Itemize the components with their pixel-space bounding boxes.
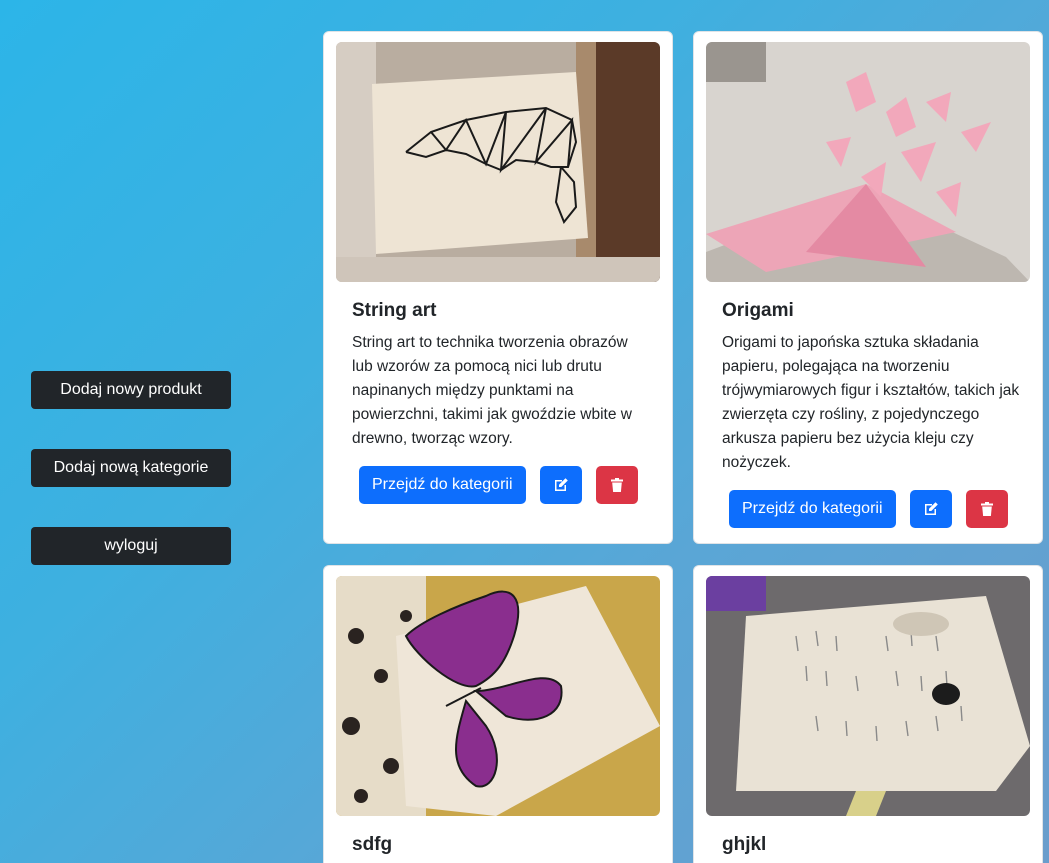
delete-button[interactable] xyxy=(966,490,1008,528)
go-to-category-button[interactable]: Przejdź do kategorii xyxy=(729,490,896,528)
edit-icon xyxy=(925,502,938,515)
add-product-button[interactable]: Dodaj nowy produkt xyxy=(31,371,231,409)
card-image xyxy=(706,42,1030,282)
category-card-ghjkl: ghjkl xyxy=(693,565,1043,863)
category-card-origami: Origami Origami to japońska sztuka skład… xyxy=(693,31,1043,544)
go-to-category-button[interactable]: Przejdź do kategorii xyxy=(359,466,526,504)
logout-button[interactable]: wyloguj xyxy=(31,527,231,565)
trash-icon xyxy=(611,478,623,492)
delete-button[interactable] xyxy=(596,466,638,504)
card-image xyxy=(336,576,660,816)
edit-icon xyxy=(555,478,568,491)
card-image xyxy=(706,576,1030,816)
category-card-string-art: String art String art to technika tworze… xyxy=(323,31,673,544)
trash-icon xyxy=(981,502,993,516)
edit-button[interactable] xyxy=(540,466,582,504)
card-title: sdfg xyxy=(352,834,393,855)
card-title: String art xyxy=(352,300,437,321)
card-description: String art to technika tworzenia obrazów… xyxy=(352,334,632,447)
category-card-sdfg: sdfg xyxy=(323,565,673,863)
card-image xyxy=(336,42,660,282)
edit-button[interactable] xyxy=(910,490,952,528)
card-title: ghjkl xyxy=(722,834,767,855)
card-description: Origami to japońska sztuka składania pap… xyxy=(722,334,1020,471)
card-title: Origami xyxy=(722,300,794,321)
add-category-button[interactable]: Dodaj nową kategorie xyxy=(31,449,231,487)
